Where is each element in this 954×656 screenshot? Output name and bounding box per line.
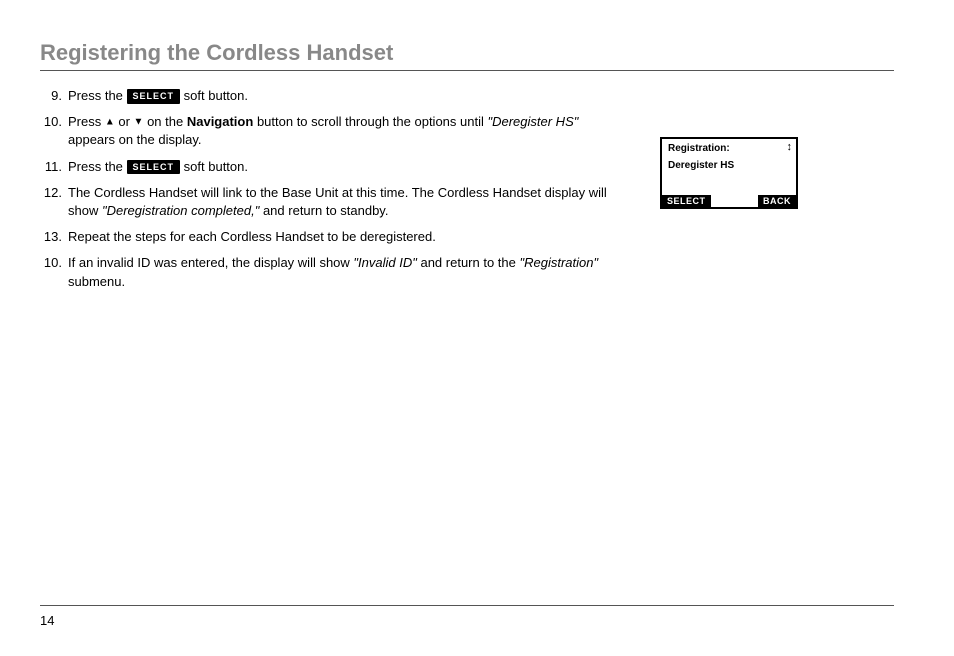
step-number: 11. — [40, 158, 62, 176]
step-number: 9. — [40, 87, 62, 105]
text: appears on the display. — [68, 132, 201, 147]
step-9: 9. Press the SELECT soft button. — [40, 87, 620, 105]
bold-text: Navigation — [187, 114, 253, 129]
step-10b: 10. If an invalid ID was entered, the di… — [40, 254, 620, 290]
lcd-title-row: Registration: ↕ — [662, 139, 796, 158]
text: If an invalid ID was entered, the displa… — [68, 255, 353, 270]
text: or — [118, 114, 133, 129]
step-body: Repeat the steps for each Cordless Hands… — [68, 228, 620, 246]
italic-text: "Deregister HS" — [487, 114, 578, 129]
select-label-icon: SELECT — [127, 89, 181, 104]
up-arrow-icon: ▲ — [105, 117, 115, 128]
step-12: 12. The Cordless Handset will link to th… — [40, 184, 620, 220]
italic-text: "Invalid ID" — [353, 255, 416, 270]
scroll-icon: ↕ — [787, 142, 793, 153]
text: submenu. — [68, 274, 125, 289]
lcd-title: Registration: — [668, 143, 730, 154]
text: on the — [147, 114, 187, 129]
footer-rule — [40, 605, 894, 606]
step-body: Press the SELECT soft button. — [68, 158, 620, 176]
step-body: Press the SELECT soft button. — [68, 87, 620, 105]
text: button to scroll through the options unt… — [257, 114, 488, 129]
step-10: 10. Press ▲ or ▼ on the Navigation butto… — [40, 113, 620, 149]
step-number: 10. — [40, 113, 62, 149]
text: and return to standby. — [263, 203, 389, 218]
figure-column: Registration: ↕ Deregister HS SELECT BAC… — [660, 87, 810, 299]
text: Press — [68, 114, 105, 129]
text: soft button. — [184, 88, 248, 103]
lcd-back-softkey: BACK — [758, 195, 796, 207]
text: Press the — [68, 159, 127, 174]
lcd-line: Deregister HS — [662, 158, 796, 173]
step-body: If an invalid ID was entered, the displa… — [68, 254, 620, 290]
step-number: 10. — [40, 254, 62, 290]
text: and return to the — [420, 255, 519, 270]
lcd-display: Registration: ↕ Deregister HS SELECT BAC… — [660, 137, 798, 209]
step-13: 13. Repeat the steps for each Cordless H… — [40, 228, 620, 246]
step-body: The Cordless Handset will link to the Ba… — [68, 184, 620, 220]
text: Press the — [68, 88, 127, 103]
step-number: 13. — [40, 228, 62, 246]
text: Repeat the steps for each Cordless Hands… — [68, 229, 436, 244]
down-arrow-icon: ▼ — [134, 117, 144, 128]
step-number: 12. — [40, 184, 62, 220]
instruction-list: 9. Press the SELECT soft button. 10. Pre… — [40, 87, 620, 291]
lcd-select-softkey: SELECT — [662, 195, 711, 207]
select-label-icon: SELECT — [127, 160, 181, 175]
italic-text: "Deregistration completed," — [102, 203, 259, 218]
italic-text: "Registration" — [519, 255, 598, 270]
section-heading: Registering the Cordless Handset — [40, 40, 894, 71]
instruction-column: 9. Press the SELECT soft button. 10. Pre… — [40, 87, 620, 299]
page-number: 14 — [40, 613, 54, 628]
lcd-softkey-row: SELECT BACK — [662, 195, 796, 207]
step-11: 11. Press the SELECT soft button. — [40, 158, 620, 176]
text: soft button. — [184, 159, 248, 174]
content-row: 9. Press the SELECT soft button. 10. Pre… — [40, 87, 894, 299]
step-body: Press ▲ or ▼ on the Navigation button to… — [68, 113, 620, 149]
